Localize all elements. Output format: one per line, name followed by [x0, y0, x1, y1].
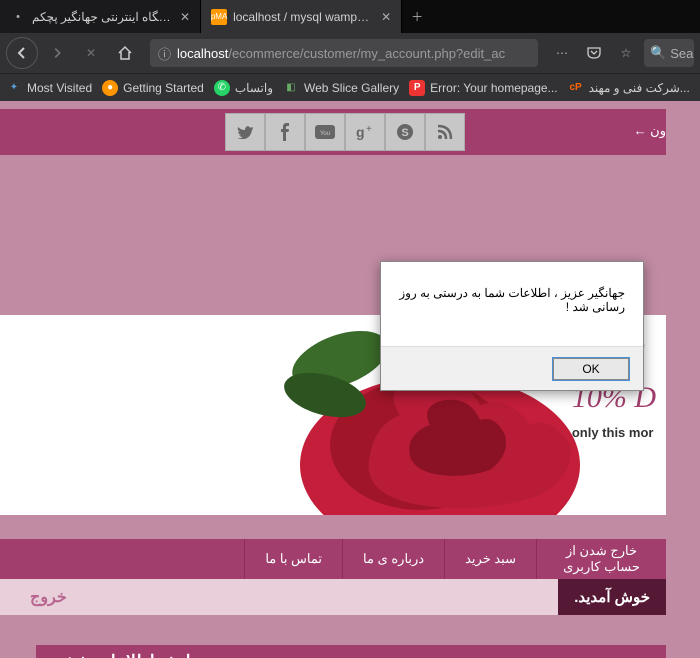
url-bar[interactable]: ⓘ localhost /ecommerce/customer/my_accou…	[150, 39, 538, 67]
banner-line3: only this mor	[572, 425, 656, 440]
welcome-text: خوش آمدید.	[558, 579, 666, 615]
arrow-left-icon	[14, 45, 30, 61]
edit-info-heading: ویرایش اطلاعات شخصی	[36, 645, 666, 658]
p-icon: P	[409, 80, 425, 96]
favicon-dot-icon: •	[10, 9, 26, 25]
bookmark-label: واتساب	[235, 81, 273, 95]
browser-tabbar: • فروشگاه اینترنتی جهانگیر پچکم ✕ pMA lo…	[0, 0, 700, 33]
logout-link[interactable]: خروج	[0, 579, 558, 615]
site-header: You g+ S ون ←	[0, 109, 666, 155]
pocket-icon-svg	[586, 46, 602, 60]
close-icon[interactable]: ✕	[180, 10, 190, 24]
alert-button-row: OK	[381, 346, 643, 390]
cpanel-icon: cP	[568, 80, 584, 96]
home-button[interactable]	[110, 38, 140, 68]
close-icon[interactable]: ✕	[381, 10, 391, 24]
reload-button[interactable]: ✕	[76, 38, 106, 68]
tab-title: فروشگاه اینترنتی جهانگیر پچکم	[32, 10, 172, 24]
svg-text:g: g	[356, 124, 365, 140]
star-icon: ✦	[6, 80, 22, 96]
url-host: localhost	[177, 46, 228, 61]
tab-title: localhost / mysql wampserver | ph	[233, 10, 373, 24]
bookmark-error[interactable]: P Error: Your homepage...	[409, 80, 557, 96]
firefox-icon: ●	[102, 80, 118, 96]
svg-text:You: You	[320, 131, 330, 137]
star-icon[interactable]: ☆	[612, 39, 640, 67]
alert-message: جهانگیر عزیز ، اطلاعات شما به درستی به ر…	[381, 262, 643, 314]
bookmark-label: Error: Your homepage...	[430, 81, 557, 95]
back-button[interactable]	[6, 37, 38, 69]
youtube-icon[interactable]: You	[305, 113, 345, 151]
bookmark-whatsapp[interactable]: ✆ واتساب	[214, 80, 273, 96]
browser-navbar: ✕ ⓘ localhost /ecommerce/customer/my_acc…	[0, 33, 700, 73]
menu-about[interactable]: درباره ی ما	[342, 539, 444, 579]
info-icon[interactable]: ⓘ	[158, 44, 171, 63]
bookmark-label: Getting Started	[123, 81, 204, 95]
whatsapp-icon: ✆	[214, 80, 230, 96]
search-bar[interactable]: 🔍 Sea	[644, 39, 694, 67]
slice-icon: ◧	[283, 80, 299, 96]
search-icon: 🔍	[650, 45, 666, 61]
alert-ok-button[interactable]: OK	[553, 358, 629, 380]
bookmark-web-slice[interactable]: ◧ Web Slice Gallery	[283, 80, 399, 96]
welcome-row: خوش آمدید. خروج	[0, 579, 666, 615]
menu-logout-account[interactable]: خارج شدن از حساب کاربری	[536, 539, 666, 579]
svg-text:+: +	[366, 124, 372, 135]
pocket-icon[interactable]	[580, 39, 608, 67]
bookmark-company[interactable]: cP شرکت فنی و مهند...	[568, 80, 690, 96]
favicon-pma-icon: pMA	[211, 9, 227, 25]
tab-1[interactable]: • فروشگاه اینترنتی جهانگیر پچکم ✕	[0, 0, 201, 33]
menu-contact[interactable]: تماس با ما	[244, 539, 342, 579]
svg-text:S: S	[401, 127, 408, 139]
bookmark-getting-started[interactable]: ● Getting Started	[102, 80, 204, 96]
new-tab-button[interactable]: ＋	[402, 0, 432, 33]
search-placeholder: Sea	[670, 46, 693, 61]
bookmark-most-visited[interactable]: ✦ Most Visited	[6, 80, 92, 96]
home-icon	[117, 45, 133, 61]
header-login-link[interactable]: ون ←	[634, 123, 666, 139]
bookmark-label: شرکت فنی و مهند...	[589, 81, 690, 95]
skype-icon[interactable]: S	[385, 113, 425, 151]
twitter-icon[interactable]	[225, 113, 265, 151]
arrow-right-icon	[50, 46, 64, 60]
menu-cart[interactable]: سبد خرید	[444, 539, 536, 579]
tab-2[interactable]: pMA localhost / mysql wampserver | ph ✕	[201, 0, 402, 33]
url-path: /ecommerce/customer/my_account.php?edit_…	[228, 46, 505, 61]
alert-dialog: جهانگیر عزیز ، اطلاعات شما به درستی به ر…	[380, 261, 644, 391]
forward-button[interactable]	[42, 38, 72, 68]
rss-icon[interactable]	[425, 113, 465, 151]
account-menu: خارج شدن از حساب کاربری سبد خرید درباره …	[0, 539, 666, 579]
bookmarks-bar: ✦ Most Visited ● Getting Started ✆ واتسا…	[0, 73, 700, 101]
googleplus-icon[interactable]: g+	[345, 113, 385, 151]
more-icon[interactable]: ⋯	[548, 39, 576, 67]
bookmark-label: Web Slice Gallery	[304, 81, 399, 95]
facebook-icon[interactable]	[265, 113, 305, 151]
bookmark-label: Most Visited	[27, 81, 92, 95]
